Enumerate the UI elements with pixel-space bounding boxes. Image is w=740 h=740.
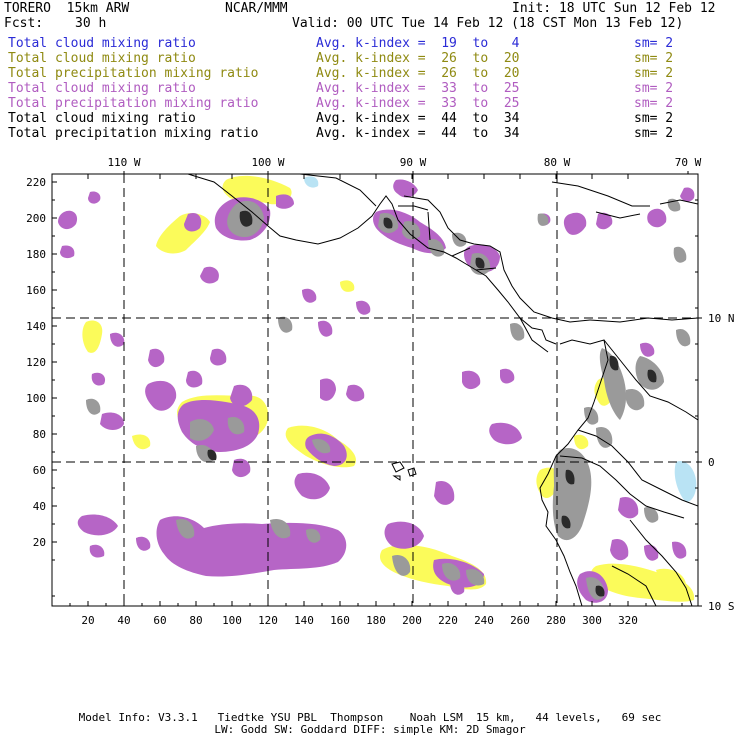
y-tick-label: 60 xyxy=(33,464,46,477)
field-layer xyxy=(52,174,698,606)
island-cuba xyxy=(551,181,650,207)
x-tick-label: 140 xyxy=(294,614,314,627)
x-tick-label: 40 xyxy=(117,614,130,627)
y-tick-label: 80 xyxy=(33,428,46,441)
x-tick-label: 20 xyxy=(81,614,94,627)
longitude-label: 110 W xyxy=(107,156,140,169)
islands-galapagos xyxy=(391,461,417,481)
x-tick-label: 100 xyxy=(222,614,242,627)
x-tick-label: 180 xyxy=(366,614,386,627)
y-tick-label: 40 xyxy=(33,500,46,513)
model-info-line2: LW: Godd SW: Goddard DIFF: simple KM: 2D… xyxy=(214,723,526,736)
coastline-caribbean xyxy=(589,317,698,323)
x-tick-label: 320 xyxy=(618,614,638,627)
y-tick-label: 140 xyxy=(26,320,46,333)
longitude-label: 70 W xyxy=(675,156,702,169)
x-tick-label: 160 xyxy=(330,614,350,627)
longitude-label: 100 W xyxy=(251,156,284,169)
latitude-label: 10 N xyxy=(708,312,735,325)
y-tick-label: 20 xyxy=(33,536,46,549)
x-tick-label: 300 xyxy=(582,614,602,627)
y-tick-label: 200 xyxy=(26,212,46,225)
map-panel: 220 200 180 160 140 120 100 80 60 40 20 20 40 60 80 100… xyxy=(26,156,735,627)
latitude-label: 10 S xyxy=(708,600,735,613)
x-tick-label: 240 xyxy=(474,614,494,627)
y-tick-label: 100 xyxy=(26,392,46,405)
y-tick-label: 160 xyxy=(26,284,46,297)
longitude-label: 80 W xyxy=(544,156,571,169)
blue-field xyxy=(304,176,697,502)
y-tick-label: 180 xyxy=(26,248,46,261)
y-tick-label: 120 xyxy=(26,356,46,369)
y-tick-label: 220 xyxy=(26,176,46,189)
x-tick-label: 260 xyxy=(510,614,530,627)
x-tick-label: 280 xyxy=(546,614,566,627)
latitude-label: 0 xyxy=(708,456,715,469)
x-tick-label: 120 xyxy=(258,614,278,627)
x-tick-label: 80 xyxy=(189,614,202,627)
x-tick-label: 220 xyxy=(438,614,458,627)
x-tick-label: 200 xyxy=(402,614,422,627)
longitude-label: 90 W xyxy=(400,156,427,169)
x-tick-label: 60 xyxy=(153,614,166,627)
